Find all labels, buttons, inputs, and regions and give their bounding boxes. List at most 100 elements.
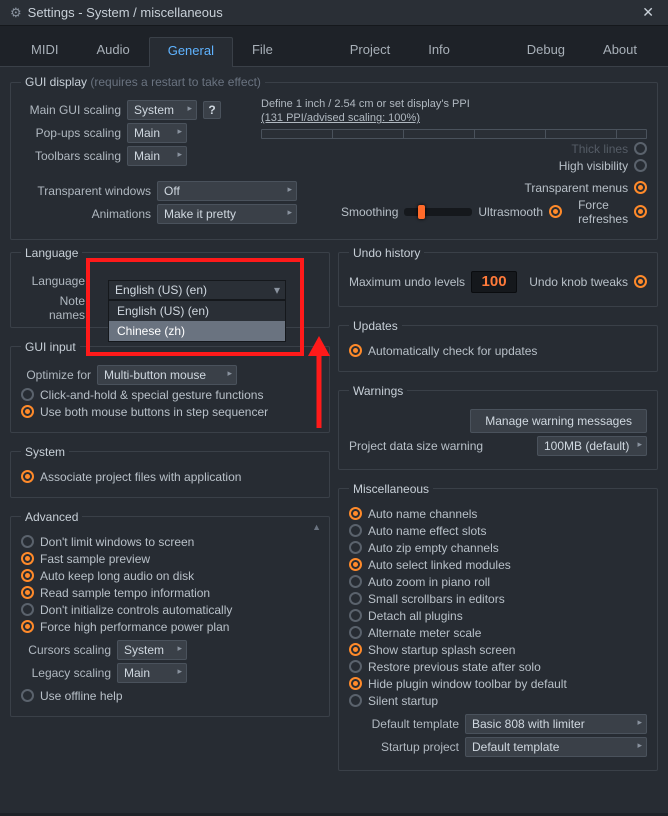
label-toolbars-scaling: Toolbars scaling [21,149,121,163]
label-cursors-scaling: Cursors scaling [21,643,111,657]
toggle-misc-item[interactable]: Hide plugin window toolbar by default [349,677,647,691]
toggle-misc-item[interactable]: Auto zoom in piano roll [349,575,647,589]
legend-updates: Updates [349,319,402,333]
group-advanced: Advanced ▲ Don't limit windows to screen… [10,510,330,717]
label-animations: Animations [21,207,151,221]
legend-gui-input: GUI input [21,340,80,354]
ppi-ruler[interactable] [261,129,647,139]
label-size-warning: Project data size warning [349,439,483,453]
tab-file[interactable]: File [233,36,292,66]
legend-warnings: Warnings [349,384,407,398]
toggle-undo-knob[interactable] [634,275,647,288]
opt-high-vis: High visibility [559,159,628,173]
tabs: MIDI Audio General File Project Info Deb… [0,26,668,67]
opt-force-refreshes: Force refreshes [578,198,628,226]
opt-transparent-menus: Transparent menus [524,181,628,195]
toggle-advanced-item[interactable]: Fast sample preview [21,552,319,566]
collapse-icon[interactable]: ▲ [312,522,321,532]
label-popups-scaling: Pop-ups scaling [21,126,121,140]
label-note-names: Note names [21,294,85,322]
toggle-advanced-item[interactable]: Don't limit windows to screen [21,535,319,549]
label-legacy-scaling: Legacy scaling [21,666,111,680]
slider-smoothing[interactable] [404,208,472,216]
window-title: Settings - System / miscellaneous [28,5,633,20]
titlebar: ⚙ Settings - System / miscellaneous ✕ [0,0,668,26]
dropdown-language[interactable]: English (US) (en) [108,280,286,300]
toggle-advanced-item[interactable]: Auto keep long audio on disk [21,569,319,583]
toggle-advanced-item[interactable]: Read sample tempo information [21,586,319,600]
toggle-advanced-item[interactable]: Don't initialize controls automatically [21,603,319,617]
dropdown-cursors-scaling[interactable]: System [117,640,187,660]
toggle-advanced-item[interactable]: Force high performance power plan [21,620,319,634]
dropdown-main-scaling[interactable]: System [127,100,197,120]
tab-debug[interactable]: Debug [508,36,584,66]
language-option-zh[interactable]: Chinese (zh) [109,321,285,341]
toggle-misc-item[interactable]: Auto select linked modules [349,558,647,572]
toggle-misc-item[interactable]: Detach all plugins [349,609,647,623]
toggle-misc-item[interactable]: Auto name channels [349,507,647,521]
tab-info[interactable]: Info [409,36,469,66]
legend-misc: Miscellaneous [349,482,433,496]
tab-general[interactable]: General [149,37,233,67]
legend-system: System [21,445,69,459]
ppi-line2: (131 PPI/advised scaling: 100%) [261,112,420,124]
dropdown-default-template[interactable]: Basic 808 with limiter [465,714,647,734]
toggle-misc-item[interactable]: Silent startup [349,694,647,708]
group-warnings: Warnings Manage warning messages Project… [338,384,658,470]
label-main-scaling: Main GUI scaling [21,103,121,117]
tab-project[interactable]: Project [331,36,409,66]
dropdown-startup-project[interactable]: Default template [465,737,647,757]
dropdown-optimize-for[interactable]: Multi-button mouse [97,365,237,385]
input-max-undo[interactable]: 100 [471,271,517,293]
toggle-offline-help[interactable]: Use offline help [21,689,319,703]
group-updates: Updates Automatically check for updates [338,319,658,372]
group-misc: Miscellaneous Auto name channels Auto nam… [338,482,658,771]
toggle-misc-item[interactable]: Show startup splash screen [349,643,647,657]
toggle-misc-item[interactable]: Small scrollbars in editors [349,592,647,606]
toggle-misc-item[interactable]: Restore previous state after solo [349,660,647,674]
opt-undo-knob: Undo knob tweaks [529,275,628,289]
dropdown-toolbars-scaling[interactable]: Main [127,146,187,166]
legend-gui-display: GUI display [25,75,87,89]
tab-about[interactable]: About [584,36,656,66]
toggle-ultrasmooth[interactable] [549,205,562,218]
legend-undo: Undo history [349,246,424,260]
opt-ultrasmooth: Ultrasmooth [478,205,543,219]
language-option-en[interactable]: English (US) (en) [109,301,285,321]
label-language: Language [21,274,85,288]
dropdown-language-menu: English (US) (en) Chinese (zh) [108,300,286,342]
label-smoothing: Smoothing [341,205,398,219]
label-transparent-windows: Transparent windows [21,184,151,198]
close-icon[interactable]: ✕ [638,4,658,21]
help-icon[interactable]: ? [203,101,221,119]
toggle-associate[interactable]: Associate project files with application [21,470,319,484]
group-gui-display: GUI display (requires a restart to take … [10,75,658,240]
dropdown-transparent-windows[interactable]: Off [157,181,297,201]
group-system: System Associate project files with appl… [10,445,330,498]
toggle-high-vis[interactable] [634,159,647,172]
toggle-misc-item[interactable]: Auto zip empty channels [349,541,647,555]
button-manage-warnings[interactable]: Manage warning messages [470,409,647,433]
legend-language: Language [21,246,82,260]
dropdown-size-warning[interactable]: 100MB (default) [537,436,647,456]
group-gui-input: GUI input Optimize for Multi-button mous… [10,340,330,433]
gear-icon: ⚙ [10,5,22,21]
tab-audio[interactable]: Audio [77,36,148,66]
toggle-misc-item[interactable]: Auto name effect slots [349,524,647,538]
toggle-click-hold[interactable]: Click-and-hold & special gesture functio… [21,388,319,402]
toggle-transparent-menus[interactable] [634,181,647,194]
toggle-thick-lines[interactable] [634,142,647,155]
dropdown-popups-scaling[interactable]: Main [127,123,187,143]
dropdown-animations[interactable]: Make it pretty [157,204,297,224]
label-default-template: Default template [349,717,459,731]
dropdown-legacy-scaling[interactable]: Main [117,663,187,683]
toggle-auto-updates[interactable]: Automatically check for updates [349,344,647,358]
toggle-both-buttons[interactable]: Use both mouse buttons in step sequencer [21,405,319,419]
toggle-misc-item[interactable]: Alternate meter scale [349,626,647,640]
tab-midi[interactable]: MIDI [12,36,77,66]
legend-hint: (requires a restart to take effect) [90,75,261,89]
group-undo: Undo history Maximum undo levels 100 Und… [338,246,658,307]
toggle-force-refreshes[interactable] [634,205,647,218]
label-max-undo: Maximum undo levels [349,275,465,289]
label-optimize-for: Optimize for [21,368,91,382]
